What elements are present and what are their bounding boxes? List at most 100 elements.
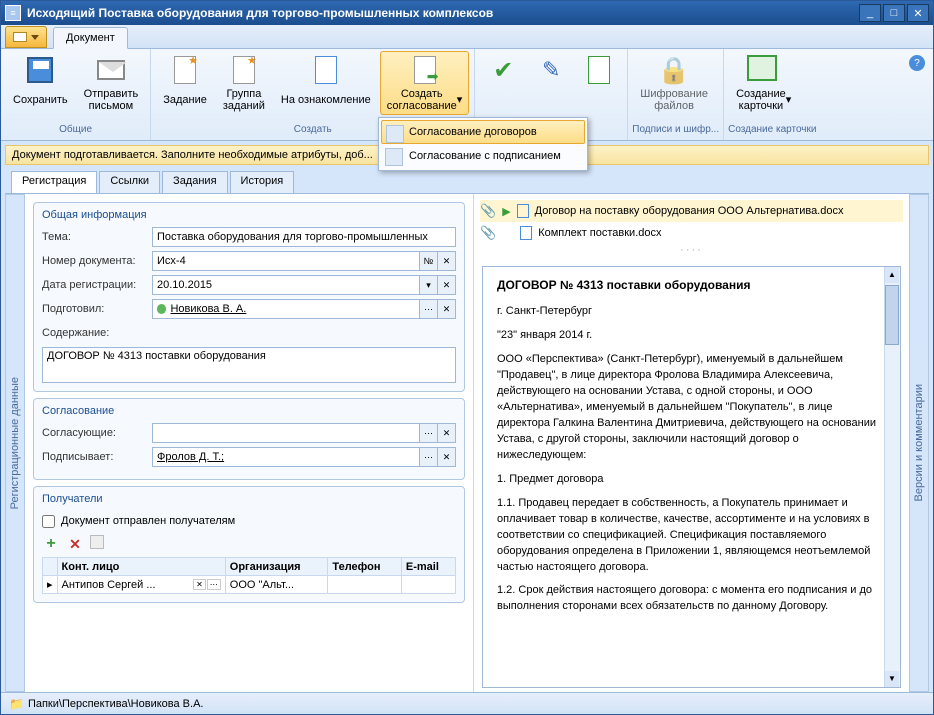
copy-recipient-button[interactable] [90,535,104,549]
acquaint-button[interactable]: На ознакомление [274,51,378,115]
chevron-down-icon [31,35,39,40]
lock-icon: 🔒 [658,55,690,86]
ribbon-tabs: Документ [1,25,933,49]
input-signer[interactable] [152,447,420,467]
preview-s12: 1.2. Срок действия настоящего договора: … [497,583,886,615]
folder-icon: 📁 [9,697,24,711]
tab-registration[interactable]: Регистрация [11,171,97,193]
input-subject[interactable] [152,227,456,247]
preview-scrollbar[interactable]: ▲ ▼ [884,267,900,687]
input-approvers[interactable] [152,423,420,443]
dropdown-item-contracts[interactable]: Согласование договоров [381,120,585,144]
help-button[interactable]: ? [909,55,925,71]
breadcrumb-path[interactable]: Папки\Перспектива\Новикова В.А. [28,698,204,710]
checkbox-sent-label: Документ отправлен получателям [61,515,235,527]
mail-icon [97,60,125,80]
eye-icon [315,56,337,84]
label-subject: Тема: [42,231,152,243]
maximize-button[interactable]: □ [883,4,905,22]
arrow-icon: ▶ [502,205,510,218]
date-clear-button[interactable]: ✕ [438,275,456,295]
tab-tasks[interactable]: Задания [162,171,227,193]
attachment-row[interactable]: 📎 ▶ Договор на поставку оборудования ООО… [480,200,903,222]
prepared-clear-button[interactable]: ✕ [438,299,456,319]
save-button[interactable]: Сохранить [6,51,75,115]
close-button[interactable]: ✕ [907,4,929,22]
col-contact[interactable]: Конт. лицо [57,558,225,576]
group-approval: Согласование Согласующие: ⋯ ✕ Подписывае… [33,398,465,480]
add-recipient-button[interactable]: + [42,535,60,553]
approvers-clear-button[interactable]: ✕ [438,423,456,443]
date-picker-button[interactable]: ▾ [420,275,438,295]
work-tabs: Регистрация Ссылки Задания История [1,171,933,193]
group-general: Общая информация Тема: Номер документа: … [33,202,465,392]
col-phone[interactable]: Телефон [328,558,401,576]
left-sidebar-toggle[interactable]: Регистрационные данные [5,194,25,692]
app-icon: ≡ [5,5,21,21]
doc-icon [517,204,529,218]
encrypt-button[interactable]: 🔒 Шифрование файлов [633,51,715,115]
scroll-up-button[interactable]: ▲ [885,267,899,283]
input-date[interactable] [152,275,420,295]
create-card-button[interactable]: Создание карточки ▾ [729,51,798,115]
dropdown-item-signing[interactable]: Согласование с подписанием [381,144,585,168]
recipients-table: Конт. лицо Организация Телефон E-mail ▸ … [42,557,456,594]
group-label-cardcreate: Создание карточки [728,124,816,140]
minimize-button[interactable]: _ [859,4,881,22]
tab-history[interactable]: История [230,171,295,193]
paperclip-icon: 📎 [480,225,496,241]
input-content[interactable]: ДОГОВОР № 4313 поставки оборудования [42,347,456,383]
attachment-row[interactable]: 📎 Комплект поставки.docx [480,222,903,244]
approvers-lookup-button[interactable]: ⋯ [420,423,438,443]
check-icon: ✔ [493,56,513,85]
approved-button[interactable]: ✔ [480,51,526,115]
scroll-down-button[interactable]: ▼ [885,671,899,687]
preview-heading: ДОГОВОР № 4313 поставки оборудования [497,277,886,294]
label-content: Содержание: [42,327,152,339]
tab-document[interactable]: Документ [53,27,128,49]
input-docnum[interactable] [152,251,420,271]
table-row[interactable]: ▸ Антипов Сергей ... ⋯✕ ООО "Альт... [43,576,456,594]
taskgroup-icon: ★ [233,56,255,84]
breadcrumb-bar: 📁 Папки\Перспектива\Новикова В.А. [1,692,933,714]
scroll-thumb[interactable] [885,285,899,345]
task-button[interactable]: ★ Задание [156,51,214,115]
workarea: Регистрационные данные Общая информация … [5,193,929,692]
window-title: Исходящий Поставка оборудования для торг… [27,6,857,20]
prepared-lookup-button[interactable]: ⋯ [420,299,438,319]
signer-clear-button[interactable]: ✕ [438,447,456,467]
checkbox-sent[interactable] [42,515,55,528]
task-group-button[interactable]: ★ Группа заданий [216,51,272,115]
docnum-clear-button[interactable]: ✕ [438,251,456,271]
status-dot-icon [157,304,166,314]
preview-body: ООО «Перспектива» (Санкт-Петербург), име… [497,352,886,464]
group-recipients: Получатели Документ отправлен получателя… [33,486,465,603]
save-icon [27,57,53,83]
create-approval-button[interactable]: ➡ Создать согласование ▾ [380,51,470,115]
doc-icon [520,226,532,240]
app-menu-button[interactable] [5,26,47,48]
attachments-list: 📎 ▶ Договор на поставку оборудования ООО… [474,194,909,262]
register-button[interactable] [576,51,622,115]
register-icon [588,56,610,84]
send-mail-button[interactable]: Отправить письмом [77,51,146,115]
preview-s1: 1. Предмет договора [497,472,886,488]
paperclip-icon: 📎 [480,203,496,219]
right-sidebar-toggle[interactable]: Версии и комментарии [909,194,929,692]
remove-recipient-button[interactable]: ✕ [66,535,84,553]
document-preview[interactable]: ДОГОВОР № 4313 поставки оборудования г. … [482,266,901,688]
tab-links[interactable]: Ссылки [99,171,160,193]
col-org[interactable]: Организация [225,558,328,576]
splitter-handle[interactable]: ···· [480,244,903,256]
group-label-encrypt: Подписи и шифр... [632,124,719,140]
signer-lookup-button[interactable]: ⋯ [420,447,438,467]
signed-button[interactable]: ✎ [528,51,574,115]
input-prepared[interactable] [152,299,420,319]
approval-icon: ➡ [414,56,436,84]
app-window: ≡ Исходящий Поставка оборудования для то… [0,0,934,715]
col-email[interactable]: E-mail [401,558,455,576]
pen-icon: ✎ [542,57,560,83]
label-signer: Подписывает: [42,451,152,463]
preview-s11: 1.1. Продавец передает в собственность, … [497,496,886,576]
docnum-lookup-button[interactable]: № [420,251,438,271]
